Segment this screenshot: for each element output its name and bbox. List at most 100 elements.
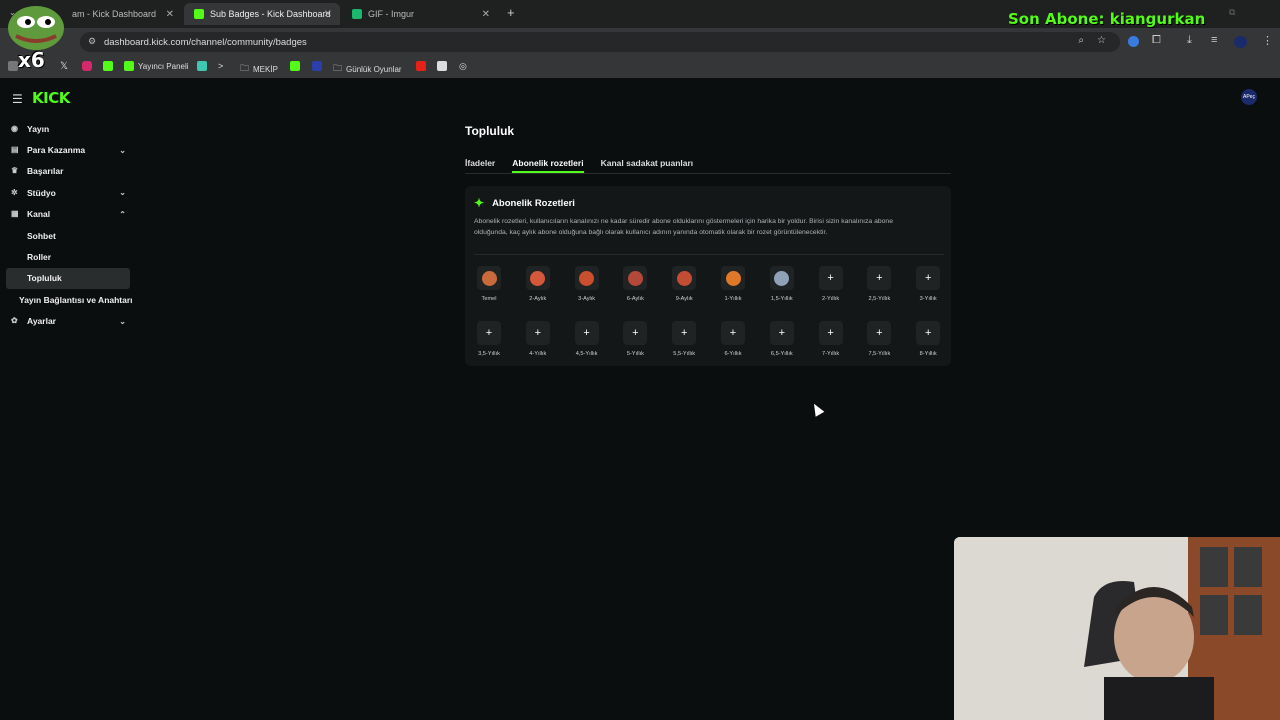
sidebar-item-label: Roller (27, 252, 52, 263)
bookmark-globe-icon[interactable]: ◎ (459, 61, 467, 72)
card-title: Abonelik Rozetleri (492, 197, 575, 209)
bookmark-gunluk-oyunlar[interactable]: 🗀 Günlük Oyunlar (333, 61, 402, 77)
sidebar-item-kanal[interactable]: ▦ Kanal ⌃ (0, 204, 134, 225)
bookmark-star-icon[interactable]: ☆ (1097, 35, 1106, 46)
tab-abonelik-rozetleri[interactable]: Abonelik rozetleri (512, 158, 584, 173)
tab-sub-badges[interactable]: Sub Badges - Kick Dashboard ✕ (184, 3, 340, 25)
bookmark-image-icon[interactable] (437, 61, 447, 71)
badge-slot[interactable]: 2-Aylık (523, 266, 553, 302)
badge-slot[interactable]: +7,5-Yıllık (864, 321, 894, 357)
broadcast-icon: ◉ (11, 123, 18, 133)
tab-title: GIF - Imgur (368, 9, 415, 19)
sidebar-item-para-kazanma[interactable]: ▤ Para Kazanma ⌄ (0, 139, 134, 160)
badge-slot[interactable]: +4,5-Yıllık (572, 321, 602, 357)
badge-label: 2-Aylık (529, 296, 547, 302)
kick-logo[interactable]: KICK (32, 89, 70, 107)
badge-slot[interactable]: 6-Aylık (620, 266, 650, 302)
badge-slot[interactable]: 9-Aylık (669, 266, 699, 302)
tab-ifadeler[interactable]: İfadeler (465, 158, 495, 173)
badge-slot[interactable]: 1-Yıllık (718, 266, 748, 302)
url-field[interactable]: ⚙ dashboard.kick.com/channel/community/b… (80, 32, 1120, 52)
badge-slot[interactable]: +5-Yıllık (620, 321, 650, 357)
badge-slot[interactable]: +6-Yıllık (718, 321, 748, 357)
bookmark-terminal-icon[interactable]: > (218, 61, 223, 71)
badge-slot[interactable]: +4-Yıllık (523, 321, 553, 357)
badge-label: 3-Yıllık (919, 296, 937, 302)
webcam-feed (954, 537, 1280, 720)
sidebar-item-roller[interactable]: Roller (0, 246, 134, 267)
sidebar-item-ayarlar[interactable]: ✿ Ayarlar ⌄ (0, 311, 134, 332)
kick-bookmark-icon[interactable] (290, 61, 300, 71)
address-bar-row: ⚙ dashboard.kick.com/channel/community/b… (0, 28, 1280, 56)
add-badge-icon: + (672, 321, 697, 345)
bookmarks-bar: 𝕏 Yayıncı Paneli > 🗀 MEKİP 🗀 Günlük Oyun… (0, 56, 1280, 78)
imgur-favicon-icon (352, 9, 362, 19)
divider (474, 254, 944, 255)
badge-slot[interactable]: +7-Yıllık (816, 321, 846, 357)
sidebar-item-basarilar[interactable]: ♛ Başarılar (0, 161, 134, 182)
bookmark-blue-icon[interactable] (312, 61, 322, 71)
bookmark-app-icon[interactable] (197, 61, 207, 71)
sidebar-item-label: Topluluk (27, 273, 62, 284)
bookmark-mekip[interactable]: 🗀 MEKİP (240, 61, 278, 77)
page-title: Topluluk (465, 124, 515, 138)
add-badge-icon: + (623, 321, 648, 345)
sidebar-item-sohbet[interactable]: Sohbet (0, 225, 134, 246)
badge-slot[interactable]: +6,5-Yıllık (767, 321, 797, 357)
profile-icon[interactable] (1234, 36, 1247, 48)
sidebar-item-topluluk[interactable]: Topluluk (6, 267, 130, 290)
add-badge-icon: + (916, 321, 941, 345)
sidebar-item-yayin-baglantisi[interactable]: Yayın Bağlantısı ve Anahtarı (0, 289, 134, 310)
tab-kanal-sadakat-puanlari[interactable]: Kanal sadakat puanları (601, 158, 694, 173)
sidebar-item-label: Para Kazanma (27, 145, 86, 156)
main-content: Topluluk İfadeler Abonelik rozetleri Kan… (465, 124, 951, 366)
badge-slot[interactable]: +2-Yıllık (816, 266, 846, 302)
add-badge-icon: + (721, 321, 745, 345)
badge-slot[interactable]: Temel (474, 266, 504, 302)
badge-slot[interactable]: 3-Aylık (572, 266, 602, 302)
zoom-icon[interactable]: ⌕ (1078, 35, 1084, 46)
badge-image-icon (530, 270, 546, 286)
user-avatar[interactable]: APeç (1241, 89, 1257, 105)
badge-image-icon (676, 270, 692, 286)
badge-image-icon (725, 270, 741, 286)
instagram-icon[interactable] (82, 61, 92, 71)
badge-label: 2-Yıllık (822, 296, 840, 302)
bookmark-label: Yayıncı Paneli (138, 61, 189, 71)
tab-imgur[interactable]: GIF - Imgur ✕ (342, 3, 498, 25)
menu-kebab-icon[interactable]: ⋮ (1262, 34, 1273, 47)
badge-label: 4,5-Yıllık (575, 351, 598, 357)
emote-badge-icon (769, 266, 794, 290)
mouse-cursor (809, 401, 825, 417)
badge-slot[interactable]: +2,5-Yıllık (864, 266, 894, 302)
sidebar-item-yayin[interactable]: ◉ Yayın (0, 118, 134, 139)
puzzle-extensions-icon[interactable]: ⧠ (1152, 34, 1161, 47)
badge-slot[interactable]: 1,5-Yıllık (767, 266, 797, 302)
close-tab-icon[interactable]: ✕ (482, 9, 490, 20)
kick-bookmark-icon[interactable] (103, 61, 113, 71)
new-tab-button[interactable]: + (507, 5, 515, 20)
window-restore-icon[interactable]: ⧉ (1229, 7, 1235, 18)
site-info-icon[interactable]: ⚙ (88, 36, 96, 47)
youtube-icon[interactable] (416, 61, 426, 71)
subscription-badges-card: ✦ Abonelik Rozetleri Abonelik rozetleri,… (465, 186, 951, 366)
emote-badge-icon (721, 266, 745, 290)
close-tab-icon[interactable]: ✕ (166, 9, 174, 20)
badge-slot[interactable]: +3-Yıllık (913, 266, 943, 302)
sidebar-item-label: Ayarlar (27, 316, 56, 327)
close-tab-icon[interactable]: ✕ (324, 9, 332, 20)
badge-slot[interactable]: +3,5-Yıllık (474, 321, 504, 357)
sidebar-item-studyo[interactable]: ✲ Stüdyo ⌄ (0, 182, 134, 203)
extension-icon[interactable] (1128, 36, 1139, 47)
emote-badge-icon (672, 266, 697, 290)
download-icon[interactable]: ⤓ (1187, 34, 1192, 47)
badge-slot[interactable]: +8-Yıllık (913, 321, 943, 357)
media-control-icon[interactable]: ≡ (1211, 34, 1217, 46)
badge-image-icon (481, 270, 497, 286)
sidebar-item-label: Yayın (27, 123, 50, 134)
bookmark-yayinci-paneli[interactable]: Yayıncı Paneli (124, 61, 189, 71)
badge-slot[interactable]: +5,5-Yıllık (669, 321, 699, 357)
multiplier-text: x6 (18, 48, 45, 72)
hamburger-menu-icon[interactable]: ☰ (12, 92, 23, 106)
add-badge-icon: + (818, 321, 843, 345)
